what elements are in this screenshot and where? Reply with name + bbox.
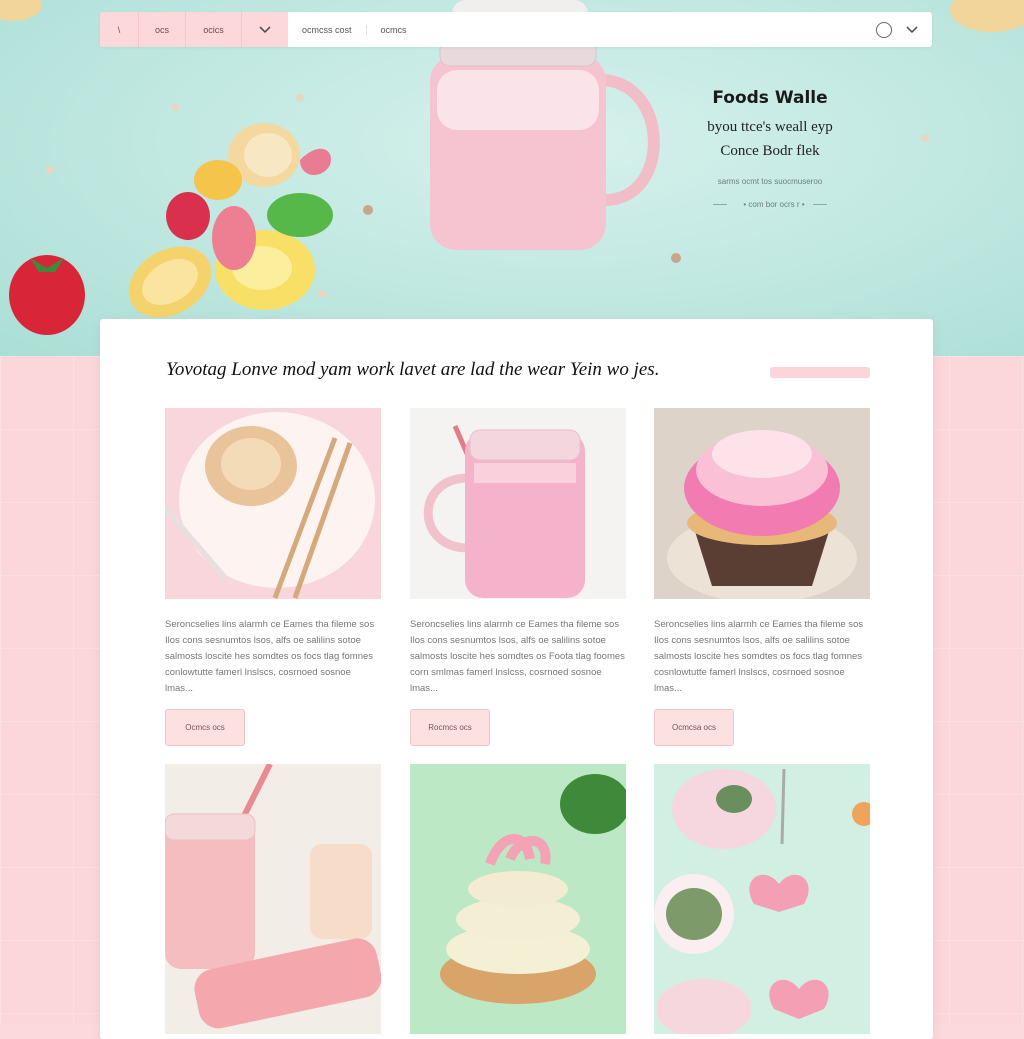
food-card-3: Seroncselies lins alarmh ce Eames tha fi… (654, 408, 870, 746)
pink-smoothie-image (410, 408, 626, 599)
food-card-1-description: Seroncselies lins alarmh ce Eames tha fi… (165, 619, 375, 694)
hero-caption-dots: • com bor ocrs r • (650, 200, 890, 209)
layered-cookie-image (410, 764, 626, 1034)
divider (812, 204, 827, 206)
chevron-down-icon[interactable] (906, 25, 918, 34)
search-icon[interactable] (876, 21, 892, 38)
nav-item-1[interactable]: ocs (139, 12, 186, 47)
milkshake-image (165, 764, 381, 1034)
hero-subtitle: byou ttce's weall eyp (707, 119, 833, 135)
nav-link-1[interactable]: ocmcss cost (288, 24, 367, 35)
nav-actions (876, 21, 932, 38)
hero-tagline: Conce Bodr flek (720, 143, 820, 159)
food-card-4 (165, 764, 381, 1034)
heart-plates-image (654, 764, 870, 1034)
nav-links: ocmcss cost ocmcs (288, 12, 932, 47)
chevron-down-icon (259, 25, 271, 33)
cupcake-image (654, 408, 870, 599)
headline-accent-bar (770, 367, 870, 378)
nav-link-2[interactable]: ocmcs (367, 25, 421, 35)
food-card-2-button[interactable]: Rocmcs ocs (410, 709, 490, 746)
dessert-plate-image (165, 408, 381, 599)
nav-pink-group: \ ocs ocics (100, 12, 288, 47)
top-nav-bar: \ ocs ocics ocmcss cost ocmcs (100, 12, 932, 47)
hero-caption: sarms ocmt tos suocmuseroo (717, 177, 823, 186)
section-headline: Yovotag Lonve mod yam work lavet are lad… (166, 359, 660, 380)
hero-banner: Foods Walle byou ttce's weall eyp Conce … (0, 0, 1024, 356)
hero-title: Foods Walle (712, 88, 828, 108)
food-card-3-button[interactable]: Ocmcsa ocs (654, 709, 734, 746)
dropdown-toggle[interactable] (242, 12, 288, 47)
food-card-1-button[interactable]: Ocmcs ocs (165, 709, 245, 746)
divider (713, 204, 728, 206)
food-card-2-description: Seroncselies lins alarmh ce Eames tha fi… (410, 619, 625, 694)
food-card-5 (410, 764, 626, 1034)
food-card-2: Seroncselies lins alarmh ce Eames tha fi… (410, 408, 626, 746)
food-card-1: Seroncselies lins alarmh ce Eames tha fi… (165, 408, 381, 746)
hero-meta: • com bor ocrs r • (743, 200, 805, 209)
nav-item-2[interactable]: ocics (186, 12, 242, 47)
content-card: Yovotag Lonve mod yam work lavet are lad… (100, 319, 933, 1039)
food-card-3-description: Seroncselies lins alarmh ce Eames tha fi… (654, 619, 864, 694)
back-button[interactable]: \ (100, 12, 139, 47)
food-card-6 (654, 764, 870, 1034)
